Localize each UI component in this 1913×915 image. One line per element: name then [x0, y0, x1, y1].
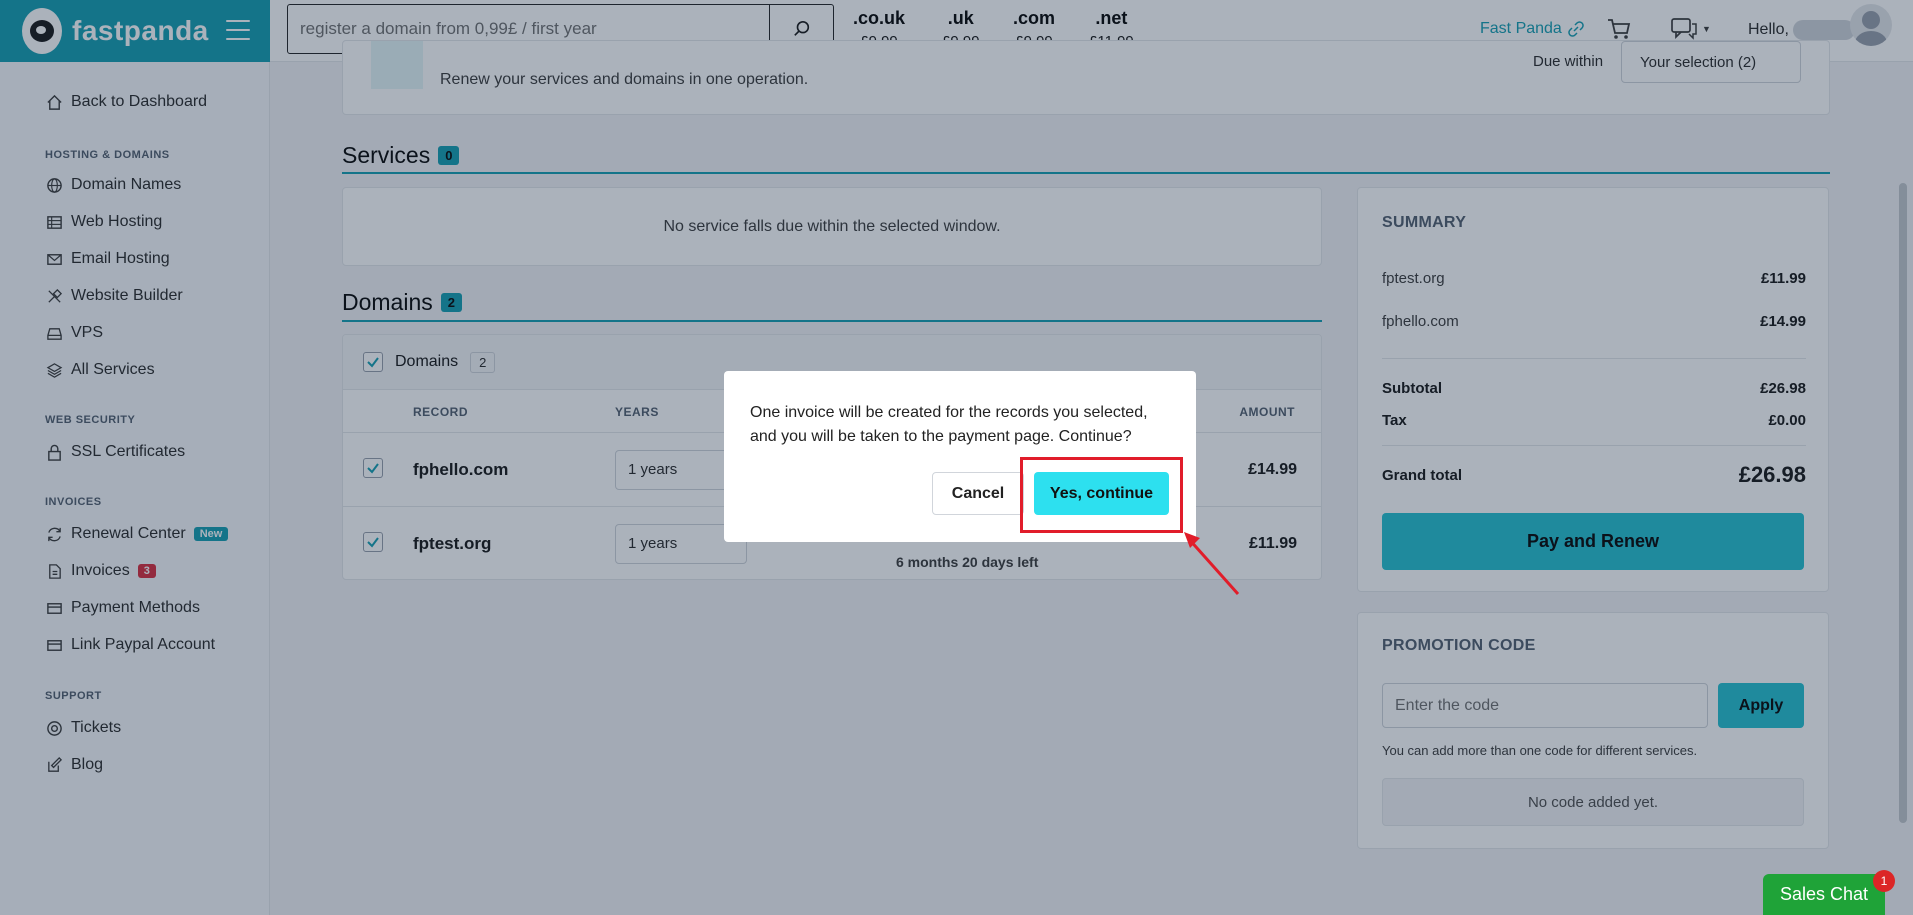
sales-chat-badge: 1 [1873, 870, 1895, 892]
sales-chat-label: Sales Chat [1779, 884, 1869, 904]
cancel-button[interactable]: Cancel [932, 472, 1024, 515]
sales-chat-button[interactable]: Sales Chat 1 [1763, 870, 1895, 915]
annotation-highlight-box [1020, 457, 1183, 533]
annotation-arrow-icon [1184, 532, 1240, 595]
confirm-message: One invoice will be created for the reco… [750, 404, 1148, 445]
